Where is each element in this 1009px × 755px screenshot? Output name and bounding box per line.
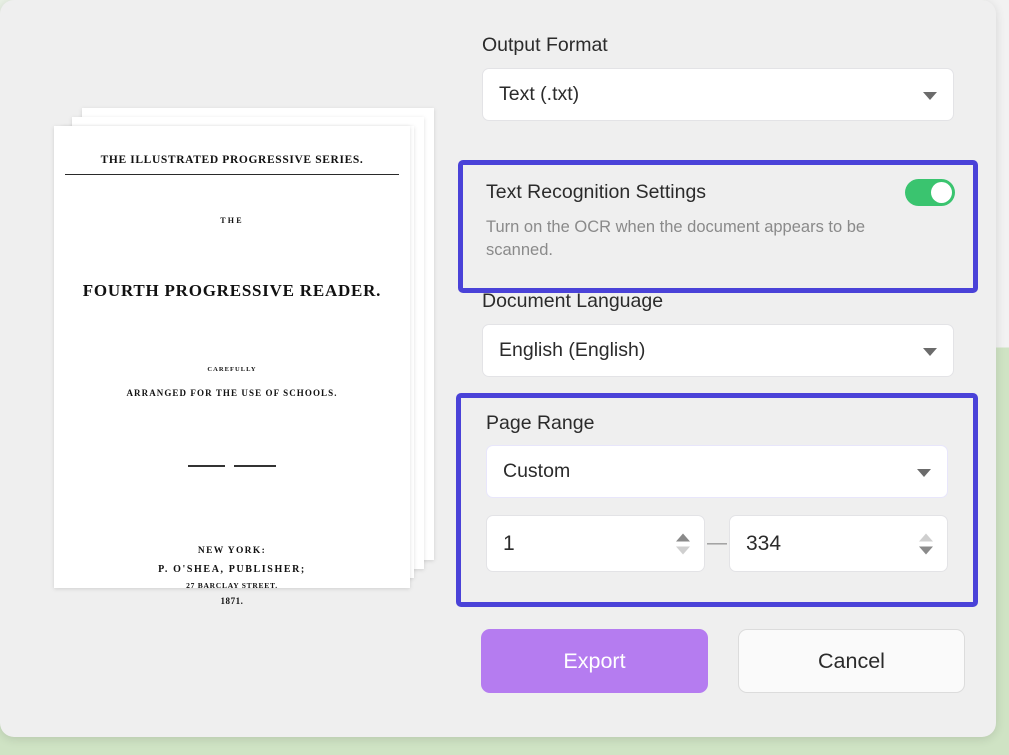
- page-range-label: Page Range: [486, 412, 595, 434]
- page-number-row: 1 — 334: [486, 515, 948, 572]
- stepper-up-icon[interactable]: [919, 533, 933, 541]
- document-preview[interactable]: THE ILLUSTRATED PROGRESSIVE SERIES. THE …: [52, 108, 437, 606]
- document-city: NEW YORK:: [197, 546, 267, 556]
- cancel-button[interactable]: Cancel: [738, 629, 965, 693]
- dialog-action-buttons: Export Cancel: [481, 629, 965, 693]
- export-dialog: THE ILLUSTRATED PROGRESSIVE SERIES. THE …: [0, 0, 996, 737]
- document-language-group: Document Language English (English): [458, 290, 978, 377]
- document-first-page[interactable]: THE ILLUSTRATED PROGRESSIVE SERIES. THE …: [54, 126, 410, 606]
- text-recognition-settings-section: Text Recognition Settings Turn on the OC…: [463, 165, 973, 288]
- chevron-down-icon: [923, 91, 937, 100]
- page-range-mode-value: Custom: [503, 460, 571, 482]
- export-button[interactable]: Export: [481, 629, 708, 693]
- page-range-section: Page Range Custom 1 — 334: [461, 398, 973, 602]
- page-range-from-value: 1: [503, 531, 515, 555]
- chevron-down-icon: [917, 468, 931, 477]
- output-format-label: Output Format: [482, 34, 608, 56]
- text-recognition-title: Text Recognition Settings: [486, 181, 707, 203]
- stepper-down-icon[interactable]: [919, 546, 933, 554]
- document-arranged-label: ARRANGED FOR THE USE OF SCHOOLS.: [126, 388, 338, 398]
- page-range-to-value: 334: [746, 531, 782, 555]
- text-recognition-toggle[interactable]: [905, 179, 955, 206]
- page-range-from-stepper[interactable]: [676, 533, 690, 554]
- export-settings-form: Output Format Text (.txt): [458, 34, 978, 121]
- toggle-knob: [931, 182, 952, 203]
- document-title: FOURTH PROGRESSIVE READER.: [82, 281, 382, 300]
- text-recognition-description: Turn on the OCR when the document appear…: [486, 218, 866, 260]
- document-series-rule: [65, 174, 399, 175]
- document-street-address: 27 BARCLAY STREET.: [186, 581, 278, 590]
- stepper-up-icon[interactable]: [676, 533, 690, 541]
- document-carefully-label: CAREFULLY: [207, 366, 257, 373]
- page-range-to-field[interactable]: 334: [729, 515, 948, 572]
- stepper-down-icon[interactable]: [676, 546, 690, 554]
- page-range-mode-select[interactable]: Custom: [486, 445, 948, 498]
- output-format-select[interactable]: Text (.txt): [482, 68, 954, 121]
- page-range-to-stepper[interactable]: [919, 533, 933, 554]
- document-publisher: P. O'SHEA, PUBLISHER;: [158, 564, 306, 575]
- document-series-heading: THE ILLUSTRATED PROGRESSIVE SERIES.: [100, 154, 364, 166]
- output-format-value: Text (.txt): [499, 83, 580, 105]
- document-the-label: THE: [220, 216, 244, 225]
- document-ornament-rule: [188, 465, 276, 467]
- document-year: 1871.: [220, 596, 244, 606]
- document-language-label: Document Language: [482, 290, 664, 312]
- chevron-down-icon: [923, 347, 937, 356]
- document-language-value: English (English): [499, 339, 646, 361]
- page-range-from-field[interactable]: 1: [486, 515, 705, 572]
- page-range-separator: —: [707, 532, 727, 554]
- document-language-select[interactable]: English (English): [482, 324, 954, 377]
